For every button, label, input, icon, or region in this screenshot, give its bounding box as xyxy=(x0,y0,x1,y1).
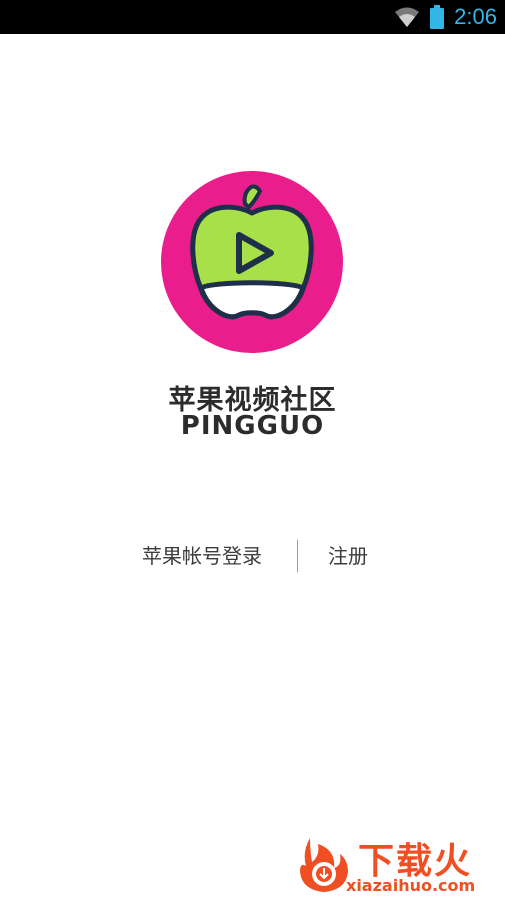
auth-row: 苹果帐号登录 注册 xyxy=(0,538,505,574)
status-bar: 2:06 xyxy=(0,0,505,34)
battery-icon xyxy=(430,5,445,29)
register-button[interactable]: 注册 xyxy=(318,538,378,574)
wifi-icon xyxy=(395,7,420,27)
app-name-en: PINGGUO xyxy=(180,411,325,441)
watermark-text-en: xiazaihuo.com xyxy=(346,876,476,895)
screen: 2:06 苹果视频社区 PINGGUO 苹果帐号登录 注册 下载火 xiazai… xyxy=(0,0,505,900)
apple-account-login-button[interactable]: 苹果帐号登录 xyxy=(132,538,272,574)
divider xyxy=(297,540,298,572)
status-time: 2:06 xyxy=(454,4,497,29)
watermark: 下载火 xiazaihuo.com xyxy=(296,832,501,896)
apple-play-logo xyxy=(161,171,343,353)
